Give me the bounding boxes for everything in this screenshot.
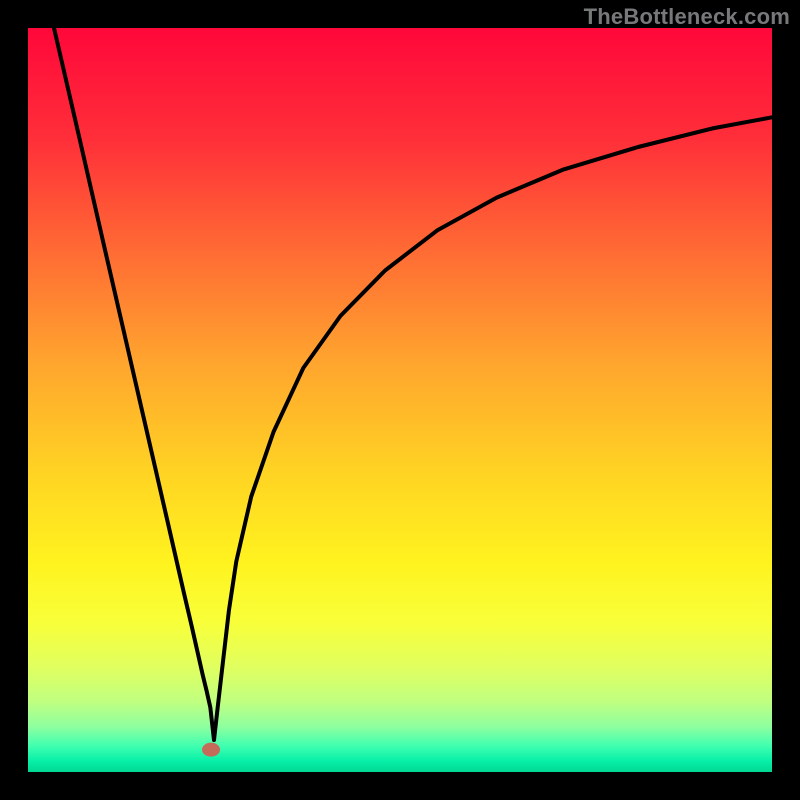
optimal-point-marker bbox=[202, 743, 220, 757]
chart-container: TheBottleneck.com bbox=[0, 0, 800, 800]
bottleneck-chart bbox=[0, 0, 800, 800]
